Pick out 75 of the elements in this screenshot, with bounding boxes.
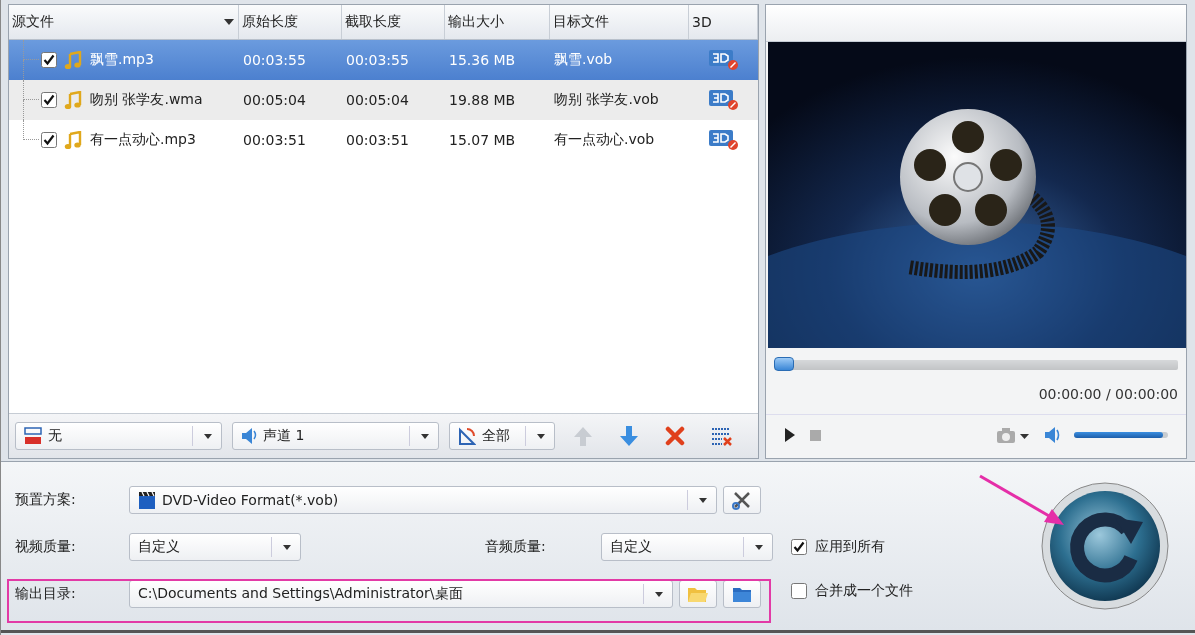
clip-length: 00:05:04 [345,92,410,108]
column-header[interactable]: 目标文件 [553,13,609,31]
seek-thumb[interactable] [774,357,794,371]
folder-icon [687,585,709,603]
target-file: 吻别 张学友.vob [553,91,660,109]
clip-length: 00:03:51 [345,132,410,148]
column-header[interactable]: 3D [692,14,712,30]
music-note-icon [64,130,83,150]
original-length: 00:03:55 [242,52,307,68]
folder-icon [732,585,752,603]
file-name: 飘雪.mp3 [90,51,154,69]
browse-folder-button[interactable] [723,580,761,608]
column-header[interactable]: 原始长度 [242,13,298,31]
ruler-icon [458,426,476,446]
play-icon[interactable] [784,427,796,443]
option-label: 应用到所有 [815,538,885,556]
column-header[interactable]: 输出大小 [448,13,504,31]
field-label: 音频质量: [485,538,547,556]
file-row[interactable]: 有一点动心.mp3 00:03:51 00:03:51 15.07 MB 有一点动心.vob [9,120,758,160]
settings-button[interactable] [723,486,761,514]
file-row[interactable]: 吻别 张学友.wma 00:05:04 00:05:04 19.88 MB 吻别 张学友.vob [9,80,758,120]
speaker-icon[interactable] [1044,426,1060,444]
row-checkbox[interactable] [41,92,57,108]
output-size: 15.36 MB [448,52,517,68]
move-up-icon [573,425,593,447]
output-size: 15.07 MB [448,132,517,148]
camera-icon[interactable] [996,426,1030,444]
audio-track-dropdown[interactable]: 声道 1 [232,422,439,450]
caret-icon [536,432,546,440]
option-label: 合并成一个文件 [815,582,913,600]
clear-list-icon [710,425,732,447]
option-checkbox[interactable] [791,539,807,555]
caret-icon [282,543,292,551]
tools-icon [732,490,752,510]
row-checkbox[interactable] [41,132,57,148]
clip-length: 00:03:55 [345,52,410,68]
column-header[interactable]: 源文件 [12,13,54,31]
file-name: 有一点动心.mp3 [90,131,196,149]
column-header[interactable]: 截取长度 [345,13,401,31]
three-d-toggle-icon[interactable] [708,89,739,111]
field-label: 视频质量: [15,538,77,556]
subtitle-icon [24,427,42,445]
original-length: 00:05:04 [242,92,307,108]
clapperboard-icon [138,490,156,510]
caret-icon [203,432,213,440]
video-quality-dropdown[interactable]: 自定义 [129,533,301,561]
option-checkbox[interactable] [791,583,807,599]
caret-icon [420,432,430,440]
original-length: 00:03:51 [242,132,307,148]
speaker-icon [241,426,257,446]
music-note-icon [64,50,83,70]
field-label: 输出目录: [15,585,77,603]
playback-time: 00:00:00 / 00:00:00 [1038,386,1178,402]
delete-icon [665,426,685,446]
move-down-icon [619,425,639,447]
convert-button[interactable] [1041,482,1169,610]
output-folder-dropdown[interactable]: C:\Documents and Settings\Administrator\桌面 [129,580,673,608]
row-checkbox[interactable] [41,52,57,68]
music-note-icon [64,90,83,110]
output-size: 19.88 MB [448,92,517,108]
caret-icon [654,590,664,598]
target-file: 飘雪.vob [553,51,614,69]
range-dropdown[interactable]: 全部 [449,422,555,450]
subtitle-dropdown[interactable]: 无 [15,422,222,450]
preset-dropdown[interactable]: DVD-Video Format(*.vob) [129,486,717,514]
three-d-toggle-icon[interactable] [708,49,739,71]
caret-icon [698,496,708,504]
sort-arrow-icon[interactable] [223,18,235,26]
caret-icon [754,543,764,551]
target-file: 有一点动心.vob [553,131,656,149]
audio-quality-dropdown[interactable]: 自定义 [601,533,773,561]
open-folder-button[interactable] [679,580,717,608]
three-d-toggle-icon[interactable] [708,129,739,151]
file-name: 吻别 张学友.wma [90,91,203,109]
field-label: 预置方案: [15,491,77,509]
